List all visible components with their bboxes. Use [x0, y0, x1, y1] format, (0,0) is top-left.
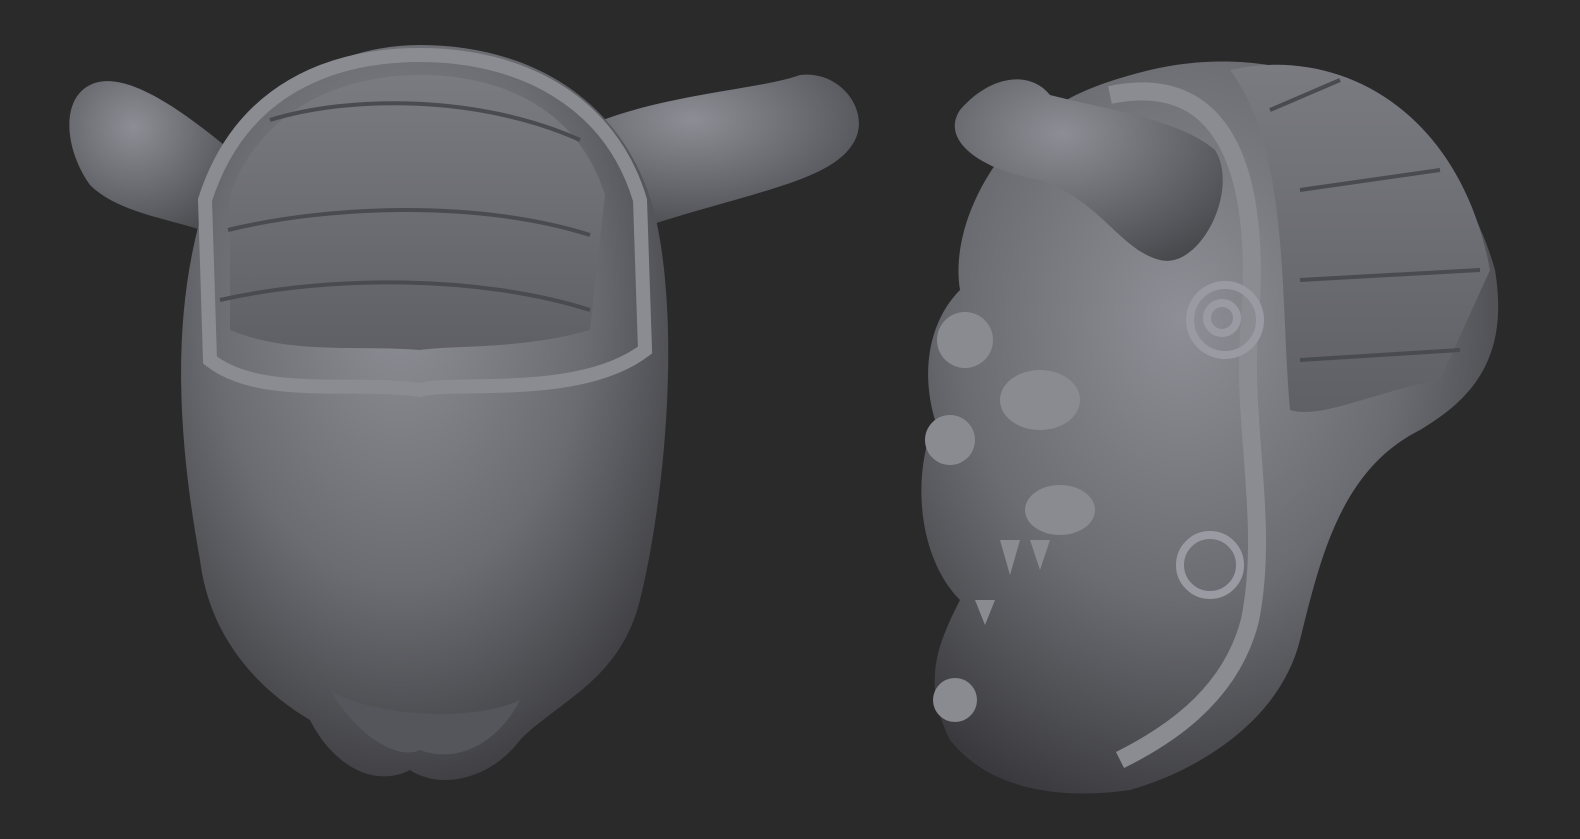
front-view-head — [69, 45, 859, 780]
side-view-head — [921, 61, 1499, 794]
sculpt-viewport — [69, 45, 1499, 794]
